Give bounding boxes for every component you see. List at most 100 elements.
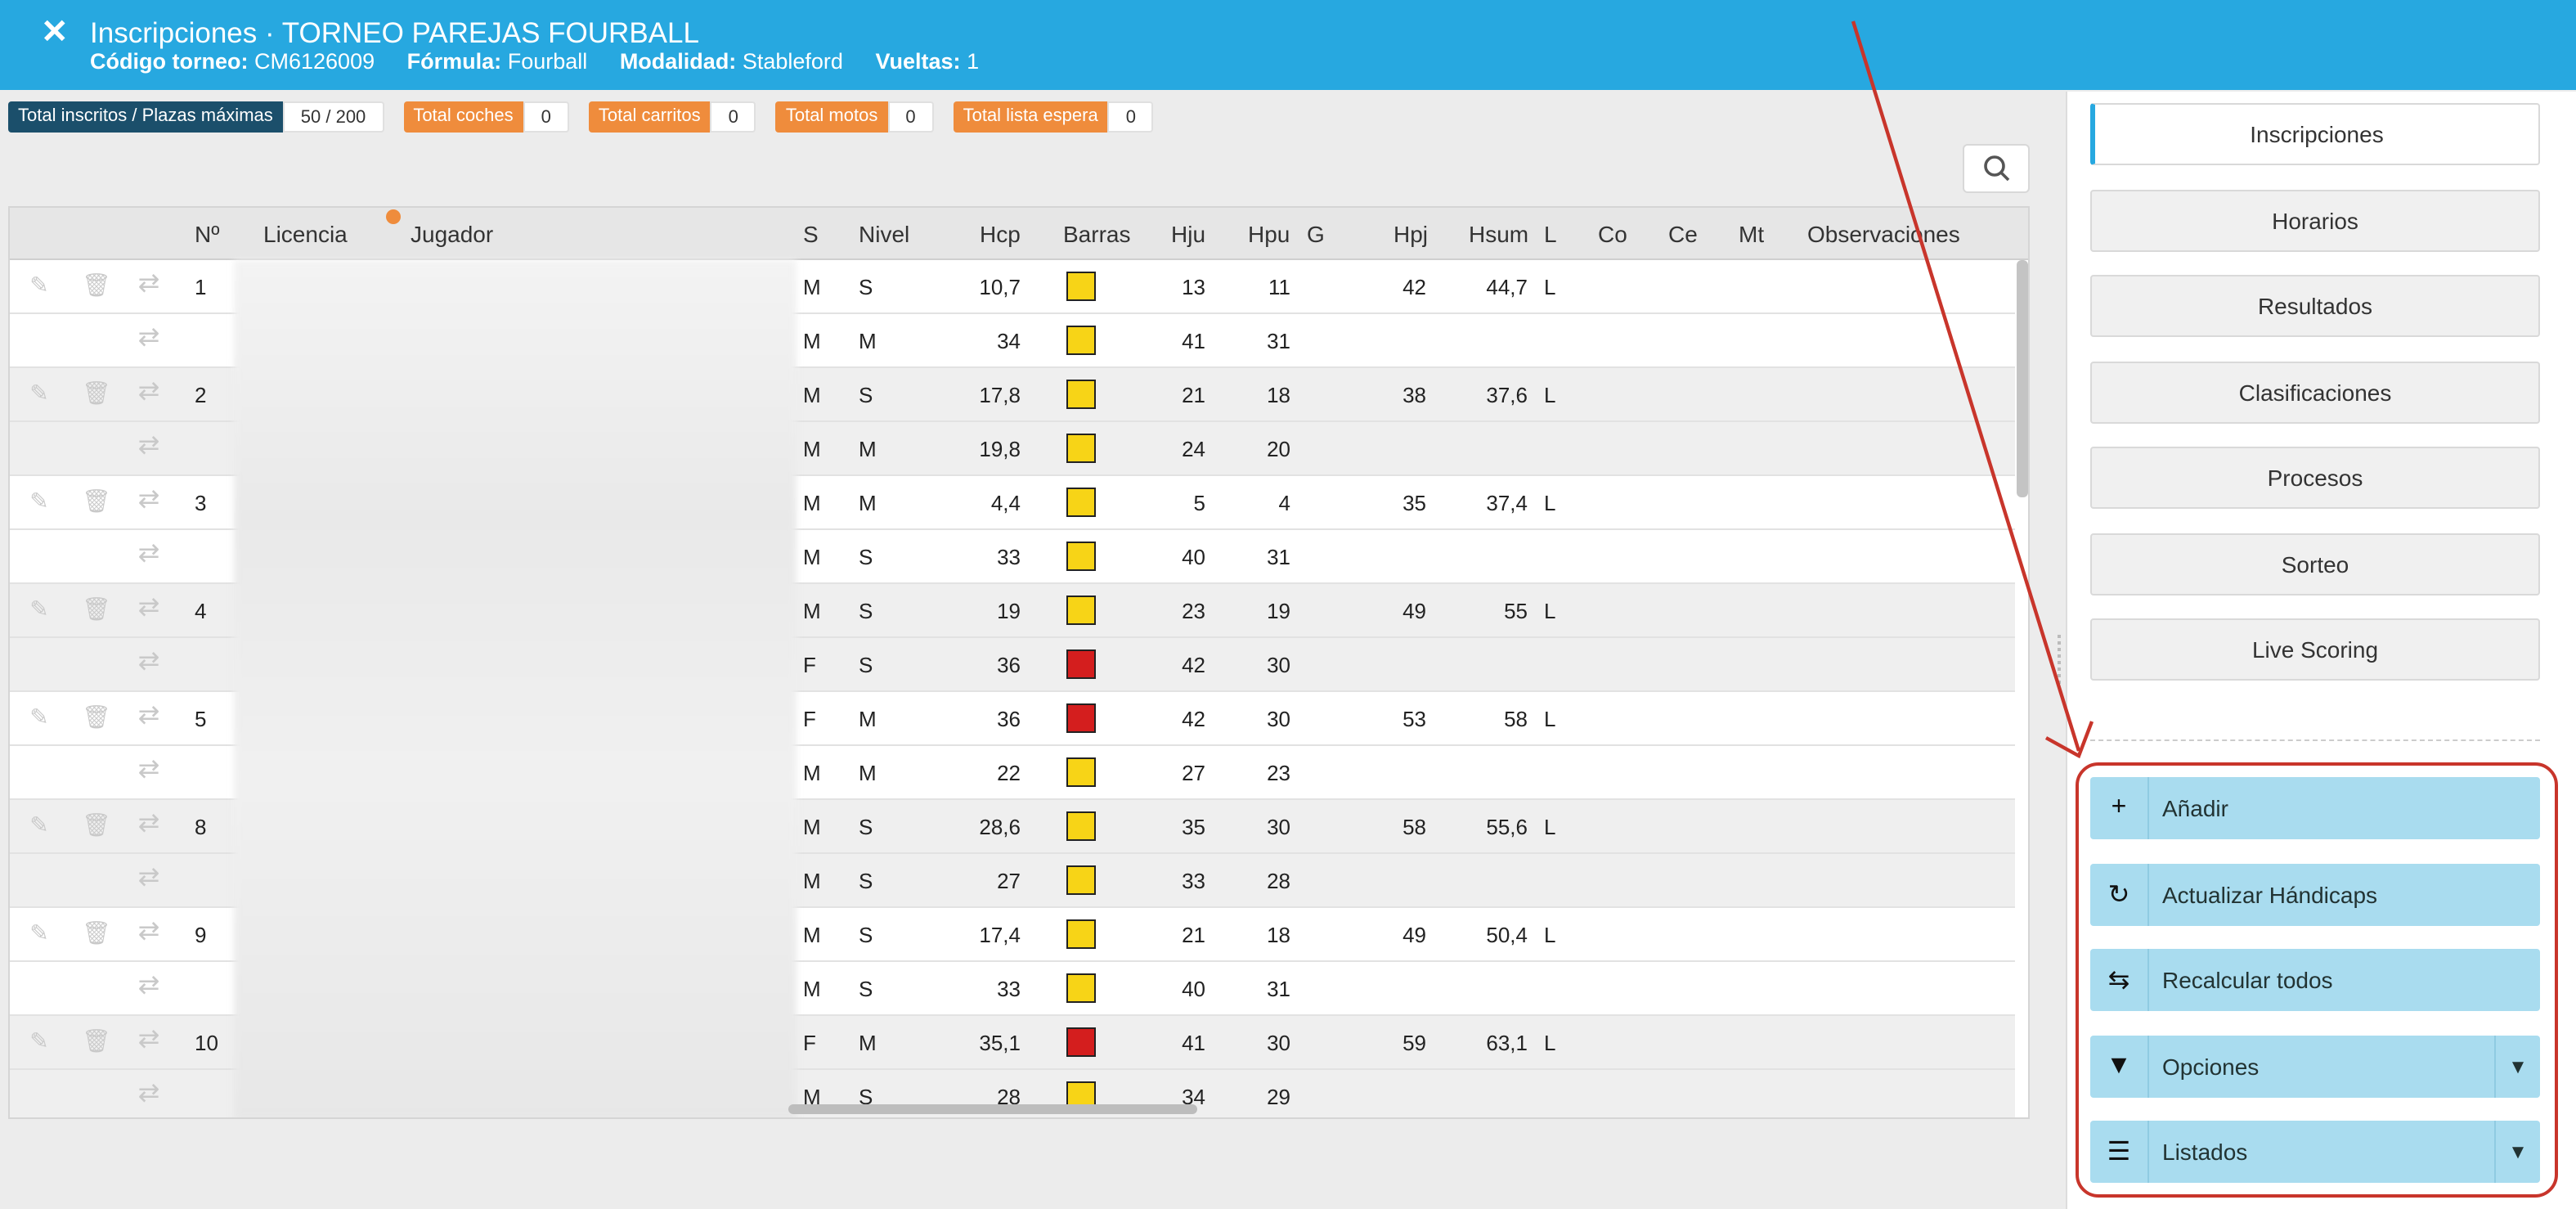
edit-icon[interactable]: ✎ xyxy=(26,488,52,514)
edit-icon[interactable]: ✎ xyxy=(26,811,52,838)
col-observaciones[interactable]: Observaciones xyxy=(1807,221,1960,247)
swap-icon[interactable]: ⇄ xyxy=(136,433,162,460)
trash-icon[interactable]: 🗑 xyxy=(82,488,111,514)
edit-icon[interactable]: ✎ xyxy=(26,272,52,298)
col-no[interactable]: Nº xyxy=(195,221,219,247)
col-hju[interactable]: Hju xyxy=(1171,221,1205,247)
vueltas-value: 1 xyxy=(967,49,980,74)
col-hpj[interactable]: Hpj xyxy=(1393,221,1428,247)
cell-hpu: 11 xyxy=(1268,275,1290,299)
cell-hpu: 30 xyxy=(1267,653,1290,677)
info-icon[interactable] xyxy=(386,209,401,224)
tee-color-swatch xyxy=(1066,434,1096,463)
cell-hju: 5 xyxy=(1193,491,1205,515)
cell-hpu: 29 xyxy=(1267,1085,1290,1109)
action-button-añadir[interactable]: + Añadir xyxy=(2090,777,2540,839)
col-l[interactable]: L xyxy=(1544,221,1557,247)
cell-hpj: 49 xyxy=(1402,923,1426,947)
trash-icon[interactable]: 🗑 xyxy=(82,272,111,298)
swap-icon[interactable]: ⇄ xyxy=(136,487,162,514)
counter-coches: Total coches 0 xyxy=(403,101,569,133)
cell-hcp: 36 xyxy=(997,653,1021,677)
col-hcp[interactable]: Hcp xyxy=(980,221,1021,247)
swap-icon[interactable]: ⇄ xyxy=(136,595,162,622)
nav-button-clasificaciones[interactable]: Clasificaciones xyxy=(2090,361,2540,423)
panel-divider xyxy=(2090,739,2540,741)
trash-icon[interactable]: 🗑 xyxy=(82,596,111,622)
cell-no: 9 xyxy=(195,923,207,947)
action-label: Recalcular todos xyxy=(2162,967,2333,993)
swap-icon[interactable]: ⇄ xyxy=(136,541,162,568)
codigo-value: CM6126009 xyxy=(254,49,375,74)
cell-hcp: 4,4 xyxy=(990,491,1021,515)
swap-icon[interactable]: ⇄ xyxy=(136,1081,162,1108)
horizontal-scrollbar[interactable] xyxy=(788,1104,1197,1114)
nav-button-horarios[interactable]: Horarios xyxy=(2090,189,2540,251)
cell-s: F xyxy=(803,1031,816,1055)
edit-icon[interactable]: ✎ xyxy=(26,380,52,406)
tee-color-swatch xyxy=(1066,919,1096,949)
cell-hpu: 30 xyxy=(1267,1031,1290,1055)
action-button-listados[interactable]: ☰ Listados ▼ xyxy=(2090,1121,2540,1183)
col-g[interactable]: G xyxy=(1307,221,1325,247)
trash-icon[interactable]: 🗑 xyxy=(82,919,111,946)
vertical-scrollbar[interactable] xyxy=(2017,260,2028,497)
swap-icon[interactable]: ⇄ xyxy=(136,325,162,352)
codigo-label: Código torneo: xyxy=(90,49,249,74)
cell-hpj: 49 xyxy=(1402,599,1426,623)
col-ce[interactable]: Ce xyxy=(1668,221,1698,247)
panel-resize-handle[interactable] xyxy=(2058,635,2064,684)
col-nivel[interactable]: Nivel xyxy=(859,221,909,247)
edit-icon[interactable]: ✎ xyxy=(26,1027,52,1054)
swap-icon[interactable]: ⇄ xyxy=(136,973,162,1000)
col-hpu[interactable]: Hpu xyxy=(1248,221,1290,247)
cell-hju: 13 xyxy=(1182,275,1205,299)
nav-button-resultados[interactable]: Resultados xyxy=(2090,275,2540,337)
close-icon[interactable]: ✕ xyxy=(41,15,69,51)
action-button-recalcular-todos[interactable]: ⇆ Recalcular todos xyxy=(2090,949,2540,1011)
tee-color-swatch xyxy=(1066,488,1096,517)
trash-icon[interactable]: 🗑 xyxy=(82,380,111,406)
swap-icon[interactable]: ⇄ xyxy=(136,865,162,892)
col-licencia[interactable]: Licencia xyxy=(263,221,348,247)
col-co[interactable]: Co xyxy=(1598,221,1627,247)
col-mt[interactable]: Mt xyxy=(1739,221,1764,247)
swap-icon[interactable]: ⇄ xyxy=(136,757,162,784)
nav-button-live-scoring[interactable]: Live Scoring xyxy=(2090,618,2540,681)
col-s[interactable]: S xyxy=(803,221,819,247)
cell-no: 1 xyxy=(195,275,207,299)
trash-icon[interactable]: 🗑 xyxy=(82,1027,111,1054)
chevron-down-icon[interactable]: ▼ xyxy=(2494,1121,2540,1183)
edit-icon[interactable]: ✎ xyxy=(26,703,52,730)
col-barras[interactable]: Barras xyxy=(1063,221,1130,247)
nav-button-inscripciones[interactable]: Inscripciones xyxy=(2090,103,2540,165)
edit-icon[interactable]: ✎ xyxy=(26,596,52,622)
cell-hpu: 23 xyxy=(1267,761,1290,785)
tee-color-swatch xyxy=(1066,973,1096,1003)
cell-l: L xyxy=(1544,491,1556,515)
table-header: Nº Licencia Jugador S Nivel Hcp Barras H… xyxy=(10,208,2028,260)
swap-icon[interactable]: ⇄ xyxy=(136,271,162,298)
tee-color-swatch xyxy=(1066,703,1096,733)
swap-icon[interactable]: ⇄ xyxy=(136,919,162,946)
cell-no: 3 xyxy=(195,491,207,515)
swap-icon[interactable]: ⇄ xyxy=(136,379,162,406)
swap-icon[interactable]: ⇄ xyxy=(136,703,162,730)
col-jugador[interactable]: Jugador xyxy=(411,221,493,247)
cell-hsum: 58 xyxy=(1504,707,1528,731)
swap-icon[interactable]: ⇄ xyxy=(136,1027,162,1054)
trash-icon[interactable]: 🗑 xyxy=(82,703,111,730)
swap-icon[interactable]: ⇄ xyxy=(136,649,162,676)
nav-button-procesos[interactable]: Procesos xyxy=(2090,447,2540,509)
action-button-opciones[interactable]: ▼ Opciones ▼ xyxy=(2090,1035,2540,1097)
action-button-actualizar-hándicaps[interactable]: ↻ Actualizar Hándicaps xyxy=(2090,863,2540,925)
col-hsum[interactable]: Hsum xyxy=(1469,221,1528,247)
chevron-down-icon[interactable]: ▼ xyxy=(2494,1035,2540,1097)
nav-button-sorteo[interactable]: Sorteo xyxy=(2090,533,2540,595)
search-button[interactable] xyxy=(1963,144,2030,193)
cell-l: L xyxy=(1544,599,1556,623)
edit-icon[interactable]: ✎ xyxy=(26,919,52,946)
trash-icon[interactable]: 🗑 xyxy=(82,811,111,838)
tee-color-swatch xyxy=(1066,865,1096,895)
swap-icon[interactable]: ⇄ xyxy=(136,811,162,838)
